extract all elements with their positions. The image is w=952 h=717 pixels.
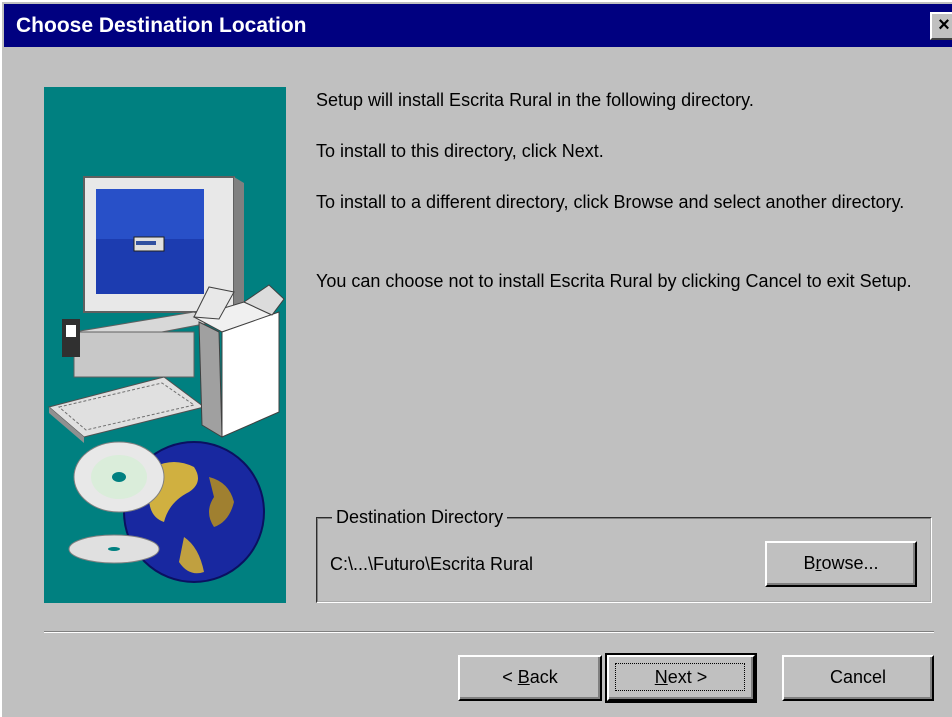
next-button[interactable]: Next > [605, 653, 757, 703]
browse-instructions-text: To install to a different directory, cli… [316, 192, 905, 212]
computer-with-globe-and-cds-icon [47, 176, 285, 583]
software-box-icon [192, 284, 285, 438]
next-instructions-text: To install to this directory, click Next… [316, 141, 604, 161]
cancel-button-label: Cancel [829, 667, 887, 687]
cancel-instructions-text: You can choose not to install Escrita Ru… [316, 271, 912, 291]
next-button-label: Next > [654, 667, 708, 687]
title-bar[interactable]: Choose Destination Location × [4, 4, 952, 47]
cd-icon [68, 441, 165, 564]
setup-dialog: Choose Destination Location × Setup will… [0, 0, 952, 717]
close-button[interactable]: × [930, 12, 952, 40]
browse-button-label: Browse... [803, 553, 879, 573]
destination-directory-group: Destination Directory C:\...\Futuro\Escr… [316, 505, 932, 603]
browse-button[interactable]: Browse... [765, 541, 917, 587]
setup-illustration [44, 87, 286, 603]
keyboard-icon [47, 376, 206, 443]
separator-line [44, 631, 934, 633]
close-icon: × [938, 14, 950, 36]
destination-path: C:\...\Futuro\Escrita Rural [330, 554, 534, 574]
intro-text: Setup will install Escrita Rural in the … [316, 90, 754, 110]
desktop-unit-icon [62, 311, 216, 378]
cancel-button[interactable]: Cancel [782, 655, 934, 701]
window-title: Choose Destination Location [16, 14, 307, 37]
back-button-label: < Back [502, 667, 558, 687]
destination-directory-label: Destination Directory [332, 505, 508, 529]
back-button[interactable]: < Back [458, 655, 602, 701]
